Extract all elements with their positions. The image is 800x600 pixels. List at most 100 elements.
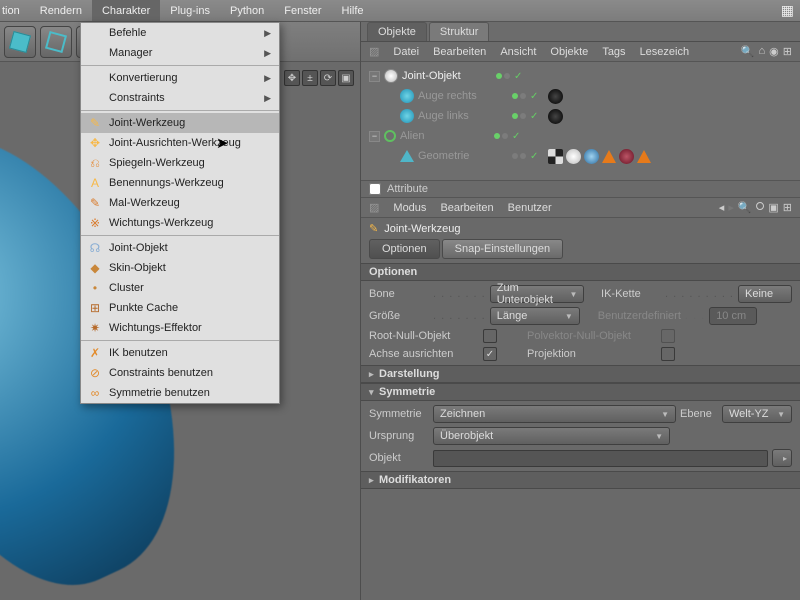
viewport-rotate-icon[interactable]: ⟳	[320, 70, 336, 86]
tag-black[interactable]	[548, 89, 563, 104]
check-axis[interactable]: ✓	[483, 347, 497, 361]
menu-item[interactable]: Fenster	[274, 0, 331, 21]
om-menu-item[interactable]: Datei	[393, 46, 419, 58]
home-icon[interactable]: ⌂	[759, 45, 766, 58]
menu-item-spiegeln-werkzeug[interactable]: ⎌Spiegeln-Werkzeug	[81, 153, 279, 173]
menu-item[interactable]: Plug-ins	[160, 0, 220, 21]
om-menu-item[interactable]: Lesezeich	[640, 46, 690, 58]
object-picker-button[interactable]: ▸	[772, 449, 792, 467]
menu-item-joint-werkzeug[interactable]: ✎Joint-Werkzeug	[81, 113, 279, 133]
enable-check-icon[interactable]: ✓	[530, 111, 538, 122]
check-projection[interactable]	[661, 347, 675, 361]
combo-bone[interactable]: Zum Unterobjekt▼	[490, 285, 585, 303]
menu-item[interactable]: Hilfe	[332, 0, 374, 21]
menu-item[interactable]: Python	[220, 0, 274, 21]
tag-bluesp[interactable]	[584, 149, 599, 164]
menu-item-manager[interactable]: Manager▶	[81, 43, 279, 63]
menu-item-wichtungs-werkzeug[interactable]: ※Wichtungs-Werkzeug	[81, 213, 279, 233]
viewport-move-icon[interactable]: ✥	[284, 70, 300, 86]
menu-item-symmetrie-benutzen[interactable]: ∞Symmetrie benutzen	[81, 383, 279, 403]
field-object[interactable]	[433, 450, 768, 467]
menu-item-befehle[interactable]: Befehle▶	[81, 23, 279, 43]
label-axis: Achse ausrichten	[369, 348, 479, 360]
menu-item-cluster[interactable]: •Cluster	[81, 278, 279, 298]
primitive-cube-button[interactable]	[4, 26, 36, 58]
menu-item-joint-objekt[interactable]: ☊Joint-Objekt	[81, 238, 279, 258]
tag-black[interactable]	[548, 109, 563, 124]
tab-objects[interactable]: Objekte	[367, 22, 427, 41]
menu-item-icon: ⊞	[87, 300, 103, 316]
visibility-dots[interactable]	[494, 133, 508, 139]
eye-icon[interactable]: ◉	[769, 45, 779, 58]
layout-icon[interactable]: ▦	[775, 2, 800, 19]
tree-row[interactable]: Geometrie✓	[365, 146, 796, 166]
subtab-snap[interactable]: Snap-Einstellungen	[442, 239, 563, 259]
menu-item-benennungs-werkzeug[interactable]: ABenennungs-Werkzeug	[81, 173, 279, 193]
search-icon[interactable]: 🔍	[741, 45, 755, 58]
attribute-lock-checkbox[interactable]	[369, 183, 381, 195]
tree-row[interactable]: −Joint-Objekt✓	[365, 66, 796, 86]
section-modifikatoren[interactable]: ▸Modifikatoren	[361, 471, 800, 489]
subtab-options[interactable]: Optionen	[369, 239, 440, 259]
combo-size[interactable]: Länge▼	[490, 307, 580, 325]
om-menu-item[interactable]: Ansicht	[500, 46, 536, 58]
visibility-dots[interactable]	[512, 93, 526, 99]
enable-check-icon[interactable]: ✓	[512, 131, 520, 142]
tree-row[interactable]: Auge links✓	[365, 106, 796, 126]
menu-item-constraints[interactable]: Constraints▶	[81, 88, 279, 108]
menu-item[interactable]: tion	[0, 0, 30, 21]
attr-menu-item[interactable]: Modus	[393, 202, 426, 214]
combo-ik[interactable]: Keine	[738, 285, 792, 303]
back-icon[interactable]: ◂	[719, 201, 725, 214]
menu-item-skin-objekt[interactable]: ◆Skin-Objekt	[81, 258, 279, 278]
menu-item[interactable]: Rendern	[30, 0, 92, 21]
menu-item-wichtungs-effektor[interactable]: ✷Wichtungs-Effektor	[81, 318, 279, 338]
fwd-icon[interactable]: ▸	[728, 201, 734, 214]
combo-sym[interactable]: Zeichnen▼	[433, 405, 676, 423]
tree-expander[interactable]: −	[369, 71, 380, 82]
menu-item-mal-werkzeug[interactable]: ✎Mal-Werkzeug	[81, 193, 279, 213]
om-menu-item[interactable]: Bearbeiten	[433, 46, 486, 58]
enable-check-icon[interactable]: ✓	[530, 151, 538, 162]
menu-item-konvertierung[interactable]: Konvertierung▶	[81, 68, 279, 88]
tree-row[interactable]: Auge rechts✓	[365, 86, 796, 106]
enable-check-icon[interactable]: ✓	[530, 91, 538, 102]
object-tree[interactable]: −Joint-Objekt✓Auge rechts✓Auge links✓−Al…	[361, 62, 800, 180]
combo-origin[interactable]: Überobjekt▼	[433, 427, 670, 445]
primitive-cube-wire-button[interactable]	[40, 26, 72, 58]
tree-row[interactable]: −Alien✓	[365, 126, 796, 146]
attr-menu-item[interactable]: Bearbeiten	[440, 202, 493, 214]
menu-item-punkte-cache[interactable]: ⊞Punkte Cache	[81, 298, 279, 318]
tree-expander[interactable]: −	[369, 131, 380, 142]
submenu-arrow-icon: ▶	[264, 48, 271, 59]
add-icon[interactable]: ⊞	[783, 45, 792, 58]
lock-icon[interactable]: ⭘	[756, 201, 765, 214]
tag-redsp[interactable]	[619, 149, 634, 164]
check-rootnull[interactable]	[483, 329, 497, 343]
viewport-max-icon[interactable]: ▣	[338, 70, 354, 86]
attr-menu-item[interactable]: Benutzer	[508, 202, 552, 214]
add-icon[interactable]: ⊞	[783, 201, 792, 214]
section-darstellung[interactable]: ▸Darstellung	[361, 365, 800, 383]
menu-character[interactable]: Charakter	[92, 0, 160, 21]
menu-item-constraints-benutzen[interactable]: ⊘Constraints benutzen	[81, 363, 279, 383]
visibility-dots[interactable]	[512, 153, 526, 159]
tab-structure[interactable]: Struktur	[429, 22, 490, 41]
enable-check-icon[interactable]: ✓	[514, 71, 522, 82]
new-icon[interactable]: ▣	[768, 201, 778, 214]
search-icon[interactable]: 🔍	[738, 201, 752, 214]
tag-white[interactable]	[566, 149, 581, 164]
om-menu-item[interactable]: Objekte	[550, 46, 588, 58]
combo-plane[interactable]: Welt-YZ▼	[722, 405, 792, 423]
tag-tri[interactable]	[637, 150, 651, 163]
om-menu-item[interactable]: Tags	[602, 46, 625, 58]
menu-item-joint-ausrichten-werkzeug[interactable]: ✥Joint-Ausrichten-Werkzeug	[81, 133, 279, 153]
menu-item-ik-benutzen[interactable]: ✗IK benutzen	[81, 343, 279, 363]
visibility-dots[interactable]	[496, 73, 510, 79]
tag-tri[interactable]	[602, 150, 616, 163]
tag-checker[interactable]	[548, 149, 563, 164]
visibility-dots[interactable]	[512, 113, 526, 119]
mesh-icon	[400, 150, 414, 162]
viewport-zoom-icon[interactable]: ±	[302, 70, 318, 86]
section-symmetrie[interactable]: ▾Symmetrie	[361, 383, 800, 401]
